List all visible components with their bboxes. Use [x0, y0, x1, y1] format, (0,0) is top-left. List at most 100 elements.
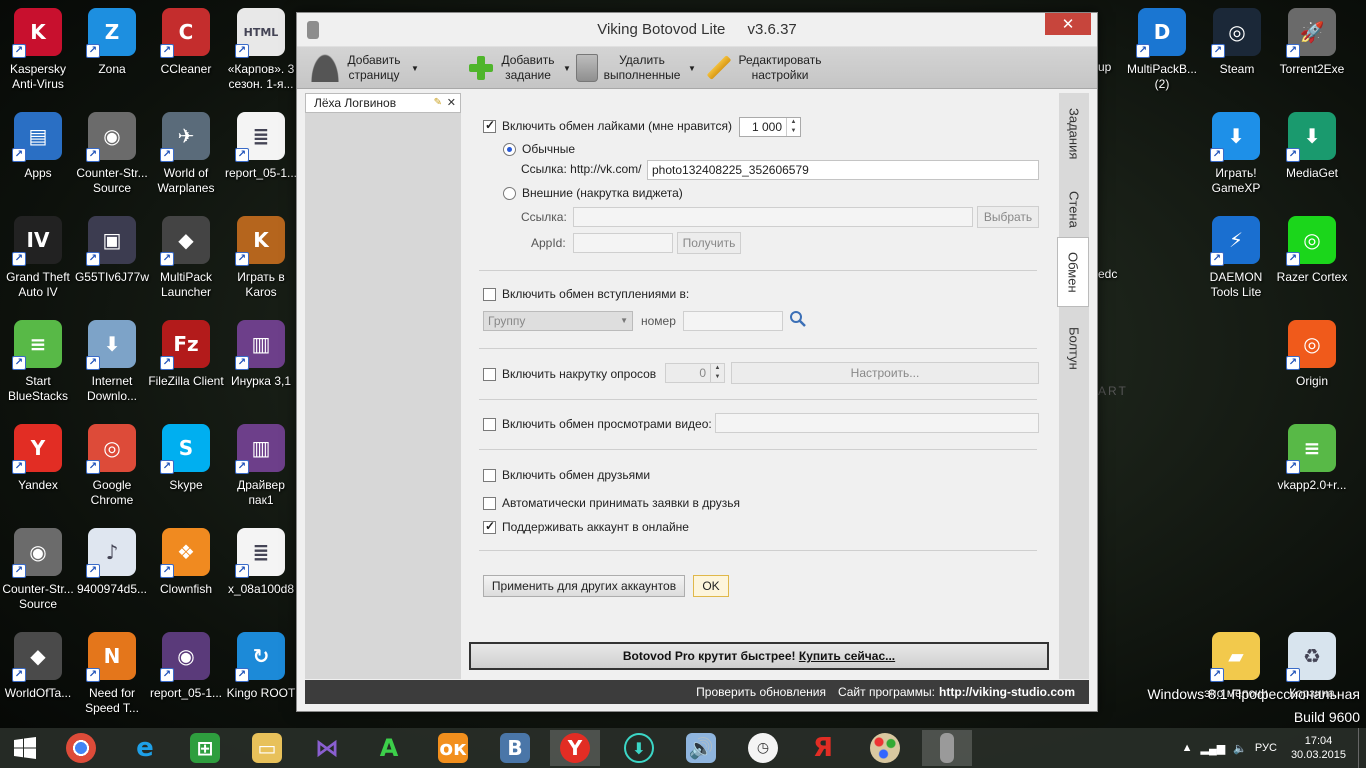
desktop-icon[interactable]: ◆ ↗ WorldOfTa...: [0, 626, 76, 726]
auto-accept-row[interactable]: Автоматически принимать заявки в друзья: [483, 496, 740, 510]
taskbar-chrome[interactable]: [56, 730, 106, 766]
start-button[interactable]: [0, 730, 50, 766]
desktop-icon[interactable]: S ↗ Skype: [148, 418, 224, 518]
desktop-icon[interactable]: ✈ ↗ World of Warplanes: [148, 106, 224, 206]
account-tab[interactable]: Лёха Логвинов ✎ ✕: [305, 93, 461, 113]
taskbar-store[interactable]: ⊞: [180, 730, 230, 766]
desktop-icon[interactable]: K ↗ Играть в Karos: [223, 210, 299, 310]
check-updates-link[interactable]: Проверить обновления: [696, 685, 826, 699]
close-button[interactable]: ✕: [1045, 13, 1091, 35]
taskbar-vs[interactable]: ⋈: [302, 730, 352, 766]
appid-input[interactable]: [573, 233, 673, 253]
polls-count-stepper[interactable]: 0 ▲ ▼: [665, 363, 725, 383]
desktop-icon[interactable]: ◉ ↗ Counter-Str... Source: [0, 522, 76, 622]
video-link-input[interactable]: [715, 413, 1039, 433]
desktop-icon[interactable]: Z ↗ Zona: [74, 2, 150, 102]
network-icon[interactable]: ▂▄▆: [1200, 742, 1225, 755]
taskbar-yandex-browser[interactable]: Я: [798, 730, 848, 766]
ok-button[interactable]: OK: [693, 575, 729, 597]
title-bar[interactable]: Viking Botovod Lite v3.6.37 ✕: [297, 13, 1097, 47]
taskbar-botovod[interactable]: [922, 730, 972, 766]
desktop-icon[interactable]: Fz ↗ FileZilla Client: [148, 314, 224, 414]
taskbar-explorer[interactable]: ▭: [242, 730, 292, 766]
tab-wall[interactable]: Стена: [1059, 179, 1089, 239]
apply-to-accounts-button[interactable]: Применить для других аккаунтов: [483, 575, 685, 597]
likes-normal-row[interactable]: Обычные: [503, 142, 575, 156]
joins-target-select[interactable]: Группу ▼: [483, 311, 633, 331]
polls-enable-row[interactable]: Включить накрутку опросов: [483, 367, 656, 381]
show-desktop-button[interactable]: [1358, 728, 1366, 768]
desktop-icon[interactable]: C ↗ CCleaner: [148, 2, 224, 102]
joins-enable-row[interactable]: Включить обмен вступлениями в:: [483, 287, 689, 301]
taskbar-volume[interactable]: 🔊: [676, 730, 726, 766]
delete-done-button[interactable]: Удалить выполненные ▼: [573, 51, 696, 85]
taskbar-ie[interactable]: e: [120, 730, 170, 766]
desktop-icon[interactable]: 🚀 ↗ Torrent2Exe: [1274, 2, 1350, 102]
likes-external-row[interactable]: Внешние (накрутка виджета): [503, 186, 683, 200]
desktop-icon[interactable]: Y ↗ Yandex: [0, 418, 76, 518]
search-icon[interactable]: [789, 310, 807, 328]
keep-online-row[interactable]: Поддерживать аккаунт в онлайне: [483, 519, 689, 534]
desktop-icon[interactable]: K ↗ Kaspersky Anti-Virus: [0, 2, 76, 102]
close-icon[interactable]: ✕: [447, 96, 456, 109]
desktop-icon[interactable]: ♪ ↗ 9400974d5...: [74, 522, 150, 622]
configure-polls-button[interactable]: Настроить...: [731, 362, 1039, 384]
stepper-arrows-icon[interactable]: ▲ ▼: [786, 118, 800, 136]
desktop-icon[interactable]: ▥ ↗ Драйвер пак1: [223, 418, 299, 518]
desktop-icon[interactable]: ↻ ↗ Kingo ROOT: [223, 626, 299, 726]
desktop-icon[interactable]: ⬇ ↗ MediaGet: [1274, 106, 1350, 206]
joins-number-input[interactable]: [683, 311, 783, 331]
desktop-icon[interactable]: ◎ ↗ Razer Cortex: [1274, 210, 1350, 310]
desktop-icon[interactable]: ⚡ ↗ DAEMON Tools Lite: [1198, 210, 1274, 310]
add-page-button[interactable]: Добавить страницу ▼: [311, 51, 419, 85]
likes-count-stepper[interactable]: 1 000 ▲ ▼: [739, 117, 801, 137]
add-task-button[interactable]: Добавить задание ▼: [467, 51, 571, 85]
desktop-icon[interactable]: IV ↗ Grand Theft Auto IV: [0, 210, 76, 310]
tray-chevron-icon[interactable]: ▲: [1182, 742, 1193, 754]
choose-button[interactable]: Выбрать: [977, 206, 1039, 228]
desktop-icon[interactable]: ≡ ↗ Start BlueStacks: [0, 314, 76, 414]
clock[interactable]: 17:04 30.03.2015: [1291, 734, 1346, 762]
volume-icon[interactable]: 🔈: [1233, 742, 1247, 755]
video-enable-row[interactable]: Включить обмен просмотрами видео:: [483, 417, 712, 431]
likes-external-radio[interactable]: [503, 186, 516, 200]
joins-enable-checkbox[interactable]: [483, 287, 496, 301]
stepper-arrows-icon[interactable]: ▲ ▼: [710, 364, 724, 382]
desktop-icon[interactable]: ❖ ↗ Clownfish: [148, 522, 224, 622]
edit-settings-button[interactable]: Редактировать настройки: [703, 51, 825, 85]
desktop-icon[interactable]: ◉ ↗ Counter-Str... Source: [74, 106, 150, 206]
desktop-icon[interactable]: D ↗ MultiPackB... (2): [1124, 2, 1200, 102]
desktop-icon[interactable]: ◉ ↗ report_05-1...: [148, 626, 224, 726]
likes-link-input[interactable]: photo132408225_352606579: [647, 160, 1039, 180]
video-enable-checkbox[interactable]: [483, 417, 496, 431]
desktop-icon[interactable]: ≡ ↗ vkapp2.0+r...: [1274, 418, 1350, 518]
likes-enable-checkbox[interactable]: [483, 118, 496, 133]
taskbar-paint[interactable]: [860, 730, 910, 766]
get-button[interactable]: Получить: [677, 232, 741, 254]
desktop-icon[interactable]: ▤ ↗ Apps: [0, 106, 76, 206]
desktop-icon[interactable]: ▥ ↗ Инурка 3,1: [223, 314, 299, 414]
taskbar-vk[interactable]: В: [490, 730, 540, 766]
taskbar-odnoklassniki[interactable]: ок: [428, 730, 478, 766]
desktop-icon[interactable]: HTML ↗ «Карпов». 3 сезон. 1-я...: [223, 2, 299, 102]
site-url-link[interactable]: http://viking-studio.com: [939, 685, 1075, 699]
taskbar-proton[interactable]: ⬇: [614, 730, 664, 766]
polls-enable-checkbox[interactable]: [483, 367, 496, 381]
tab-tasks[interactable]: Задания: [1059, 99, 1089, 169]
desktop-icon[interactable]: ≣ ↗ report_05-1...: [223, 106, 299, 206]
desktop-icon[interactable]: ◎ ↗ Google Chrome: [74, 418, 150, 518]
desktop-icon[interactable]: ◆ ↗ MultiPack Launcher: [148, 210, 224, 310]
friends-enable-checkbox[interactable]: [483, 468, 496, 482]
taskbar-yandex[interactable]: Y: [550, 730, 600, 766]
desktop-icon[interactable]: ≣ ↗ x_08a100d8: [223, 522, 299, 622]
pencil-icon[interactable]: ✎: [434, 97, 442, 108]
desktop-icon[interactable]: ⬇ ↗ Internet Downlo...: [74, 314, 150, 414]
desktop-icon[interactable]: N ↗ Need for Speed T...: [74, 626, 150, 726]
desktop-icon[interactable]: ▣ ↗ G55TIv6J77w: [74, 210, 150, 310]
friends-enable-row[interactable]: Включить обмен друзьями: [483, 468, 650, 482]
tab-chat[interactable]: Болтун: [1059, 313, 1089, 383]
ext-link-input[interactable]: [573, 207, 973, 227]
tab-exchange[interactable]: Обмен: [1057, 237, 1089, 307]
desktop-icon[interactable]: ◎ ↗ Steam: [1199, 2, 1275, 102]
likes-enable-row[interactable]: Включить обмен лайками (мне нравится): [483, 118, 732, 133]
